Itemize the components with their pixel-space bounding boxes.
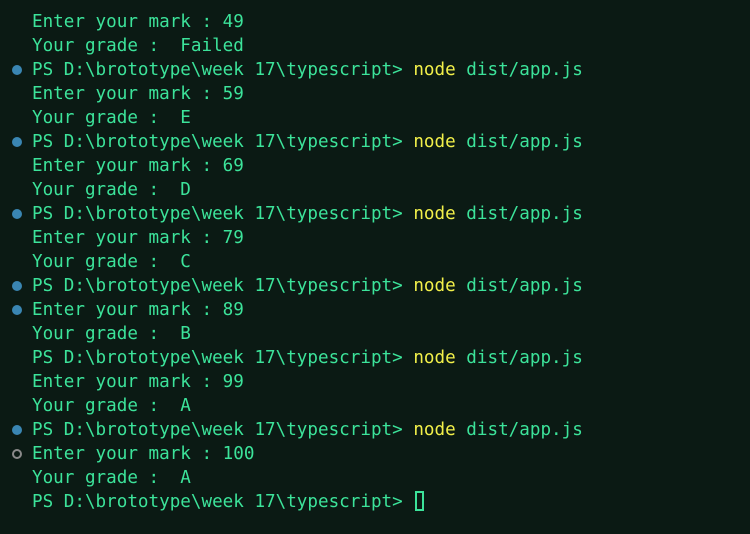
terminal-line: PS D:\brototype\week 17\typescript> bbox=[0, 490, 750, 514]
output-text: Your grade : A bbox=[32, 468, 191, 488]
command-decoration-success-icon[interactable] bbox=[12, 305, 22, 315]
terminal-line: PS D:\brototype\week 17\typescript> node… bbox=[0, 346, 750, 370]
terminal-line: Enter your mark : 89 bbox=[0, 298, 750, 322]
output-text: Your grade : Failed bbox=[32, 36, 244, 56]
output-text: Enter your mark : 89 bbox=[32, 300, 244, 320]
command-decoration-success-icon[interactable] bbox=[12, 425, 22, 435]
command-decoration-success-icon[interactable] bbox=[12, 65, 22, 75]
prompt-text: PS D:\brototype\week 17\typescript> bbox=[32, 420, 414, 440]
output-text: Enter your mark : 99 bbox=[32, 372, 244, 392]
output-text: Your grade : A bbox=[32, 396, 191, 416]
terminal-line: PS D:\brototype\week 17\typescript> node… bbox=[0, 274, 750, 298]
terminal-line: Your grade : B bbox=[0, 322, 750, 346]
output-text: Your grade : D bbox=[32, 180, 191, 200]
terminal-line: Your grade : D bbox=[0, 178, 750, 202]
terminal-line: PS D:\brototype\week 17\typescript> node… bbox=[0, 130, 750, 154]
command-name: node bbox=[413, 420, 456, 440]
terminal-cursor[interactable] bbox=[415, 491, 425, 511]
command-args: dist/app.js bbox=[455, 420, 583, 440]
output-text: Enter your mark : 79 bbox=[32, 228, 244, 248]
command-decoration-pending-icon[interactable] bbox=[12, 449, 22, 459]
terminal-line: Your grade : E bbox=[0, 106, 750, 130]
command-decoration-success-icon[interactable] bbox=[12, 137, 22, 147]
terminal-panel[interactable]: Enter your mark : 49 Your grade : Failed P… bbox=[0, 0, 750, 534]
command-args: dist/app.js bbox=[455, 204, 583, 224]
terminal-line: Enter your mark : 100 bbox=[0, 442, 750, 466]
terminal-line: Enter your mark : 79 bbox=[0, 226, 750, 250]
terminal-line: Your grade : A bbox=[0, 466, 750, 490]
prompt-text: PS D:\brototype\week 17\typescript> bbox=[32, 492, 414, 512]
terminal-line: Your grade : Failed bbox=[0, 34, 750, 58]
command-args: dist/app.js bbox=[455, 276, 583, 296]
output-text: Enter your mark : 49 bbox=[32, 12, 244, 32]
prompt-text: PS D:\brototype\week 17\typescript> bbox=[32, 204, 414, 224]
prompt-text: PS D:\brototype\week 17\typescript> bbox=[32, 276, 414, 296]
command-name: node bbox=[413, 204, 456, 224]
command-args: dist/app.js bbox=[455, 60, 583, 80]
command-name: node bbox=[413, 132, 456, 152]
terminal-line: Enter your mark : 99 bbox=[0, 370, 750, 394]
prompt-text: PS D:\brototype\week 17\typescript> bbox=[32, 348, 414, 368]
output-text: Enter your mark : 69 bbox=[32, 156, 244, 176]
output-text: Enter your mark : 59 bbox=[32, 84, 244, 104]
command-args: dist/app.js bbox=[455, 132, 583, 152]
terminal-line: Your grade : C bbox=[0, 250, 750, 274]
command-name: node bbox=[413, 276, 456, 296]
command-decoration-success-icon[interactable] bbox=[12, 209, 22, 219]
terminal-line: PS D:\brototype\week 17\typescript> node… bbox=[0, 418, 750, 442]
output-text: Your grade : E bbox=[32, 108, 191, 128]
terminal-line: PS D:\brototype\week 17\typescript> node… bbox=[0, 202, 750, 226]
command-name: node bbox=[413, 348, 456, 368]
terminal-line: Your grade : A bbox=[0, 394, 750, 418]
command-decoration-success-icon[interactable] bbox=[12, 281, 22, 291]
prompt-text: PS D:\brototype\week 17\typescript> bbox=[32, 60, 414, 80]
command-name: node bbox=[413, 60, 456, 80]
prompt-text: PS D:\brototype\week 17\typescript> bbox=[32, 132, 414, 152]
terminal-line: Enter your mark : 49 bbox=[0, 10, 750, 34]
output-text: Your grade : B bbox=[32, 324, 191, 344]
output-text: Your grade : C bbox=[32, 252, 191, 272]
terminal-line: Enter your mark : 59 bbox=[0, 82, 750, 106]
command-args: dist/app.js bbox=[455, 348, 583, 368]
terminal-line: Enter your mark : 69 bbox=[0, 154, 750, 178]
output-text: Enter your mark : 100 bbox=[32, 444, 255, 464]
terminal-line: PS D:\brototype\week 17\typescript> node… bbox=[0, 58, 750, 82]
